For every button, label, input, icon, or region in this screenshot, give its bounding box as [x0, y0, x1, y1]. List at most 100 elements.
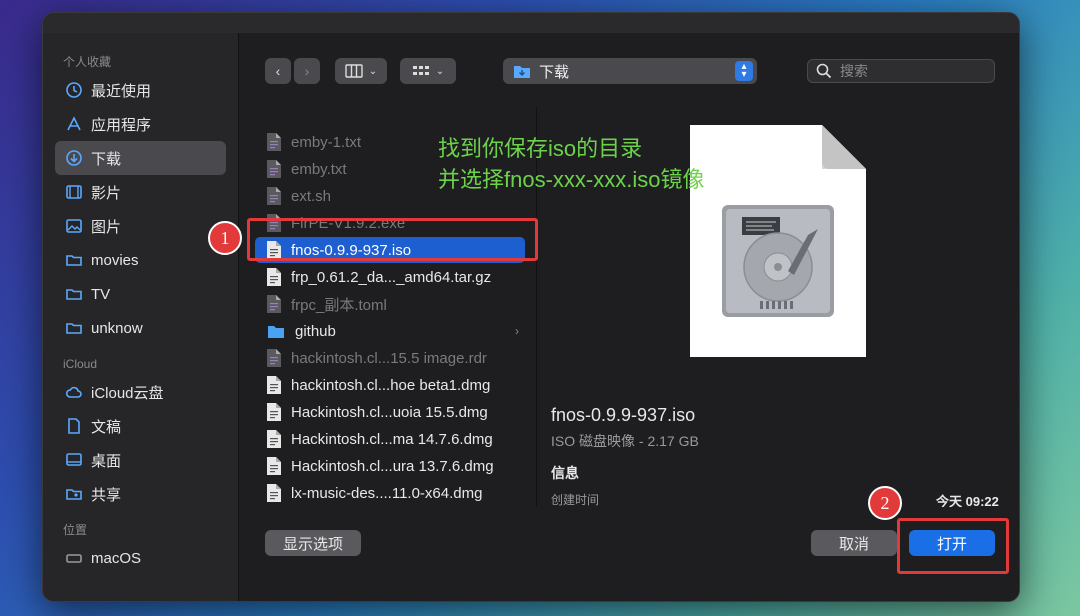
- annotation-line-1: 找到你保存iso的目录: [438, 136, 643, 161]
- sidebar-item-label: macOS: [91, 549, 142, 567]
- file-name: Hackintosh.cl...ma 14.7.6.dmg: [291, 430, 493, 448]
- sidebar-item-fav-0[interactable]: 最近使用: [55, 73, 226, 107]
- sidebar-item-fav-6[interactable]: TV: [55, 277, 226, 311]
- show-options-button[interactable]: 显示选项: [265, 530, 361, 556]
- sidebar-section-icloud: iCloud: [63, 357, 98, 371]
- file-row[interactable]: hackintosh.cl...15.5 image.rdr: [255, 345, 525, 371]
- sidebar-item-fav-1[interactable]: 应用程序: [55, 107, 226, 141]
- sidebar-item-icloud-1[interactable]: 文稿: [55, 409, 226, 443]
- dmg-file-icon: [267, 430, 291, 448]
- folder-icon: [267, 322, 295, 340]
- preview-info-heading: 信息: [551, 465, 579, 481]
- file-name: ext.sh: [291, 187, 332, 205]
- forward-button[interactable]: ›: [294, 58, 320, 84]
- grid-icon: [412, 66, 429, 75]
- file-name: frpc_副本.toml: [291, 296, 387, 314]
- disk-icon: [65, 549, 83, 567]
- file-row[interactable]: frpc_副本.toml: [255, 291, 525, 317]
- preview-file-kind: ISO 磁盘映像 - 2.17 GB: [551, 433, 699, 449]
- chevron-right-icon: ›: [515, 324, 519, 338]
- cancel-button[interactable]: 取消: [811, 530, 897, 556]
- location-popup[interactable]: 下载 ▴ ▾: [503, 58, 757, 84]
- file-row[interactable]: lx-music-des....11.0-x64.dmg: [255, 480, 525, 506]
- sidebar-item-label: 下载: [91, 150, 122, 168]
- file-name: Hackintosh.cl...ura 13.7.6.dmg: [291, 457, 494, 475]
- file-row[interactable]: Hackintosh.cl...ura 13.7.6.dmg: [255, 453, 525, 479]
- file-name: emby-1.txt: [291, 133, 362, 151]
- file-icon: [267, 349, 291, 367]
- script-file-icon: [267, 187, 291, 205]
- iso-disk-image-icon: [690, 125, 866, 357]
- shared-folder-icon: [65, 485, 83, 503]
- sidebar-item-label: 应用程序: [91, 116, 152, 134]
- sidebar-section-favorites: 个人收藏: [63, 55, 112, 69]
- sidebar-item-fav-3[interactable]: 影片: [55, 175, 226, 209]
- dmg-file-icon: [267, 376, 291, 394]
- archive-file-icon: [267, 268, 291, 286]
- file-name: hackintosh.cl...hoe beta1.dmg: [291, 376, 491, 394]
- group-button[interactable]: ⌄: [400, 58, 456, 84]
- sidebar-item-label: 文稿: [91, 418, 122, 436]
- sidebar-item-label: 图片: [91, 218, 122, 236]
- sidebar-item-label: movies: [91, 251, 139, 269]
- dmg-file-icon: [267, 457, 291, 475]
- sidebar-item-fav-7[interactable]: unknow: [55, 311, 226, 345]
- sidebar-section-locations: 位置: [63, 523, 88, 537]
- chevron-right-icon: ›: [304, 63, 310, 79]
- sidebar-item-icloud-0[interactable]: iCloud云盘: [55, 375, 226, 409]
- photo-icon: [65, 217, 83, 235]
- film-icon: [65, 183, 83, 201]
- sidebar-item-label: 共享: [91, 486, 122, 504]
- file-name: frp_0.61.2_da..._amd64.tar.gz: [291, 268, 492, 286]
- sidebar-item-fav-2[interactable]: 下载: [55, 141, 226, 175]
- dialog-top-strip: [43, 13, 1019, 33]
- sidebar-item-fav-5[interactable]: movies: [55, 243, 226, 277]
- sidebar-item-loc-0[interactable]: macOS: [55, 541, 226, 575]
- sidebar-item-label: iCloud云盘: [91, 384, 164, 402]
- folder-icon: [65, 251, 83, 269]
- columns-view-icon: [345, 64, 363, 78]
- view-mode-button[interactable]: ⌄: [335, 58, 387, 84]
- file-name: github: [295, 322, 336, 340]
- file-row[interactable]: Hackintosh.cl...uoia 15.5.dmg: [255, 399, 525, 425]
- download-folder-icon: [514, 66, 530, 78]
- dmg-file-icon: [267, 403, 291, 421]
- chevron-down-icon: ⌄: [435, 65, 445, 77]
- search-field[interactable]: 搜索: [807, 59, 995, 83]
- text-file-icon: [267, 133, 291, 151]
- cloud-icon: [65, 383, 83, 401]
- chevron-left-icon: ‹: [275, 63, 281, 79]
- annotation-step-2: 2: [868, 486, 902, 520]
- sidebar-item-label: 最近使用: [91, 82, 152, 100]
- clock-icon: [65, 81, 83, 99]
- sidebar: 个人收藏 最近使用应用程序下载影片图片 movies TV unknow iCloud…: [43, 33, 239, 601]
- location-label: 下载: [539, 63, 570, 81]
- file-row[interactable]: hackintosh.cl...hoe beta1.dmg: [255, 372, 525, 398]
- updown-chevron-icon: ▴ ▾: [735, 61, 753, 81]
- sidebar-item-label: 桌面: [91, 452, 122, 470]
- file-name: Hackintosh.cl...uoia 15.5.dmg: [291, 403, 488, 421]
- sidebar-item-label: 影片: [91, 184, 122, 202]
- sidebar-item-label: TV: [91, 285, 111, 303]
- folder-icon: [65, 285, 83, 303]
- back-button[interactable]: ‹: [265, 58, 291, 84]
- sidebar-item-fav-4[interactable]: 图片: [55, 209, 226, 243]
- folder-row[interactable]: github ›: [255, 318, 525, 344]
- file-name: lx-music-des....11.0-x64.dmg: [291, 484, 483, 502]
- text-file-icon: [267, 160, 291, 178]
- file-name: emby.txt: [291, 160, 347, 178]
- annotation-highlight-open: [897, 518, 1009, 574]
- file-row[interactable]: Hackintosh.cl...ma 14.7.6.dmg: [255, 426, 525, 452]
- sidebar-item-icloud-3[interactable]: 共享: [55, 477, 226, 511]
- sidebar-item-icloud-2[interactable]: 桌面: [55, 443, 226, 477]
- document-icon: [65, 417, 83, 435]
- search-placeholder: 搜索: [840, 63, 868, 79]
- file-name: hackintosh.cl...15.5 image.rdr: [291, 349, 487, 367]
- dmg-file-icon: [267, 484, 291, 502]
- file-row[interactable]: frp_0.61.2_da..._amd64.tar.gz: [255, 264, 525, 290]
- search-icon: [816, 63, 832, 79]
- annotation-line-2: 并选择fnos-xxx-xxx.iso镜像: [438, 167, 705, 192]
- toolbar: ‹ › ⌄ ⌄ 下载 ▴ ▾ 搜索: [239, 33, 1019, 107]
- apps-icon: [65, 115, 83, 133]
- annotation-step-1: 1: [208, 221, 242, 255]
